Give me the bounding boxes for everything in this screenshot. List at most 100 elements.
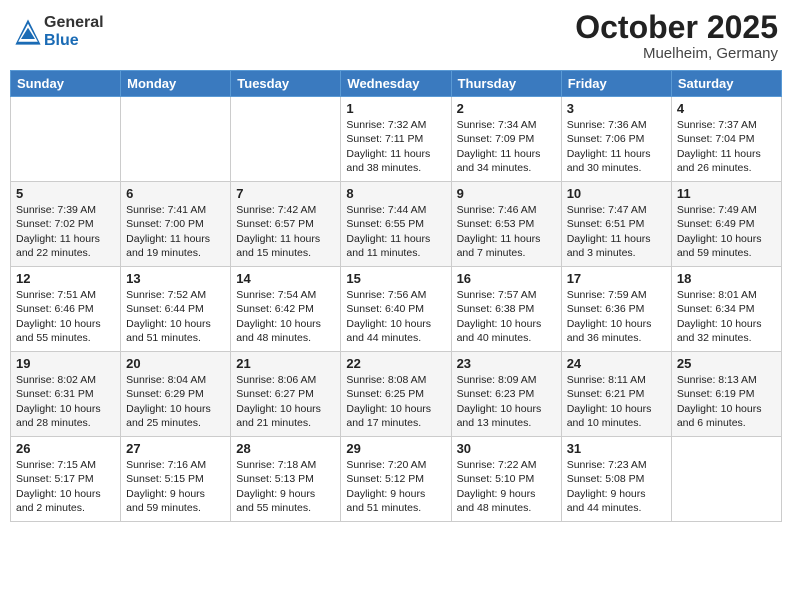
day-number: 31 [567, 441, 666, 456]
logo-text: General Blue [44, 14, 104, 49]
cell-content: Sunrise: 8:02 AM Sunset: 6:31 PM Dayligh… [16, 373, 115, 430]
day-number: 28 [236, 441, 335, 456]
cell-content: Sunrise: 8:04 AM Sunset: 6:29 PM Dayligh… [126, 373, 225, 430]
day-number: 20 [126, 356, 225, 371]
day-number: 29 [346, 441, 445, 456]
weekday-header-friday: Friday [561, 71, 671, 97]
day-number: 8 [346, 186, 445, 201]
weekday-header-tuesday: Tuesday [231, 71, 341, 97]
calendar-cell: 6Sunrise: 7:41 AM Sunset: 7:00 PM Daylig… [121, 182, 231, 267]
cell-content: Sunrise: 7:44 AM Sunset: 6:55 PM Dayligh… [346, 203, 445, 260]
calendar-cell: 10 Sunrise: 7:47 AM Sunset: 6:51 PM Dayli… [561, 182, 671, 267]
month-title: October 2025 [575, 10, 778, 45]
cell-content: Sunrise: 8:06 AM Sunset: 6:27 PM Dayligh… [236, 373, 335, 430]
day-number: 27 [126, 441, 225, 456]
cell-content: Sunrise: 7:37 AM Sunset: 7:04 PM Dayligh… [677, 118, 776, 175]
cell-content: Sunrise: 7:59 AM Sunset: 6:36 PM Dayligh… [567, 288, 666, 345]
cell-content: Sunrise: 7:49 AM Sunset: 6:49 PM Dayligh… [677, 203, 776, 260]
cell-content: Sunrise: 7:54 AM Sunset: 6:42 PM Dayligh… [236, 288, 335, 345]
cell-content: Sunrise: 7:22 AM Sunset: 5:10 PM Dayligh… [457, 458, 556, 515]
weekday-header-row: SundayMondayTuesdayWednesdayThursdayFrid… [11, 71, 782, 97]
logo-blue: Blue [44, 32, 104, 50]
title-block: October 2025 Muelheim, Germany [575, 10, 778, 62]
day-number: 12 [16, 271, 115, 286]
calendar-cell: 18Sunrise: 8:01 AM Sunset: 6:34 PM Dayli… [671, 267, 781, 352]
day-number: 16 [457, 271, 556, 286]
logo-icon [14, 18, 42, 46]
weekday-header-saturday: Saturday [671, 71, 781, 97]
day-number: 5 [16, 186, 115, 201]
calendar-cell: 24 Sunrise: 8:11 AM Sunset: 6:21 PM Dayli… [561, 352, 671, 437]
day-number: 22 [346, 356, 445, 371]
cell-content: Sunrise: 7:18 AM Sunset: 5:13 PM Dayligh… [236, 458, 335, 515]
day-number: 10 [567, 186, 666, 201]
day-number: 17 [567, 271, 666, 286]
day-number: 26 [16, 441, 115, 456]
cell-content: Sunrise: 7:47 AM Sunset: 6:51 PM Dayligh… [567, 203, 666, 260]
calendar-cell: 28 Sunrise: 7:18 AM Sunset: 5:13 PM Dayli… [231, 437, 341, 522]
day-number: 24 [567, 356, 666, 371]
cell-content: Sunrise: 7:15 AM Sunset: 5:17 PM Dayligh… [16, 458, 115, 515]
calendar-cell: 9Sunrise: 7:46 AM Sunset: 6:53 PM Daylig… [451, 182, 561, 267]
calendar-cell: 26 Sunrise: 7:15 AM Sunset: 5:17 PM Dayli… [11, 437, 121, 522]
cell-content: Sunrise: 8:13 AM Sunset: 6:19 PM Dayligh… [677, 373, 776, 430]
calendar-cell: 17 Sunrise: 7:59 AM Sunset: 6:36 PM Dayli… [561, 267, 671, 352]
calendar-cell: 8 Sunrise: 7:44 AM Sunset: 6:55 PM Daylig… [341, 182, 451, 267]
cell-content: Sunrise: 7:42 AM Sunset: 6:57 PM Dayligh… [236, 203, 335, 260]
calendar-cell: 1Sunrise: 7:32 AM Sunset: 7:11 PM Daylig… [341, 97, 451, 182]
calendar-cell: 3Sunrise: 7:36 AM Sunset: 7:06 PM Daylig… [561, 97, 671, 182]
calendar-cell: 4Sunrise: 7:37 AM Sunset: 7:04 PM Daylig… [671, 97, 781, 182]
week-row-3: 12 Sunrise: 7:51 AM Sunset: 6:46 PM Dayli… [11, 267, 782, 352]
calendar-cell: 13 Sunrise: 7:52 AM Sunset: 6:44 PM Dayli… [121, 267, 231, 352]
week-row-2: 5 Sunrise: 7:39 AM Sunset: 7:02 PM Daylig… [11, 182, 782, 267]
day-number: 2 [457, 101, 556, 116]
cell-content: Sunrise: 8:01 AM Sunset: 6:34 PM Dayligh… [677, 288, 776, 345]
day-number: 19 [16, 356, 115, 371]
day-number: 21 [236, 356, 335, 371]
cell-content: Sunrise: 7:16 AM Sunset: 5:15 PM Dayligh… [126, 458, 225, 515]
week-row-5: 26 Sunrise: 7:15 AM Sunset: 5:17 PM Dayli… [11, 437, 782, 522]
day-number: 3 [567, 101, 666, 116]
cell-content: Sunrise: 7:34 AM Sunset: 7:09 PM Dayligh… [457, 118, 556, 175]
calendar-cell: 27 Sunrise: 7:16 AM Sunset: 5:15 PM Dayli… [121, 437, 231, 522]
day-number: 23 [457, 356, 556, 371]
cell-content: Sunrise: 7:57 AM Sunset: 6:38 PM Dayligh… [457, 288, 556, 345]
cell-content: Sunrise: 7:56 AM Sunset: 6:40 PM Dayligh… [346, 288, 445, 345]
calendar-cell: 19 Sunrise: 8:02 AM Sunset: 6:31 PM Dayli… [11, 352, 121, 437]
day-number: 14 [236, 271, 335, 286]
calendar-cell: 15 Sunrise: 7:56 AM Sunset: 6:40 PM Dayli… [341, 267, 451, 352]
logo: General Blue [14, 14, 104, 49]
cell-content: Sunrise: 8:09 AM Sunset: 6:23 PM Dayligh… [457, 373, 556, 430]
day-number: 11 [677, 186, 776, 201]
day-number: 9 [457, 186, 556, 201]
calendar-cell: 14 Sunrise: 7:54 AM Sunset: 6:42 PM Dayli… [231, 267, 341, 352]
calendar-cell [671, 437, 781, 522]
calendar-cell: 16 Sunrise: 7:57 AM Sunset: 6:38 PM Dayli… [451, 267, 561, 352]
cell-content: Sunrise: 7:20 AM Sunset: 5:12 PM Dayligh… [346, 458, 445, 515]
cell-content: Sunrise: 7:39 AM Sunset: 7:02 PM Dayligh… [16, 203, 115, 260]
weekday-header-wednesday: Wednesday [341, 71, 451, 97]
cell-content: Sunrise: 7:51 AM Sunset: 6:46 PM Dayligh… [16, 288, 115, 345]
calendar-cell: 22Sunrise: 8:08 AM Sunset: 6:25 PM Dayli… [341, 352, 451, 437]
day-number: 15 [346, 271, 445, 286]
cell-content: Sunrise: 7:32 AM Sunset: 7:11 PM Dayligh… [346, 118, 445, 175]
logo-general: General [44, 14, 104, 32]
day-number: 30 [457, 441, 556, 456]
calendar-cell: 30 Sunrise: 7:22 AM Sunset: 5:10 PM Dayli… [451, 437, 561, 522]
day-number: 13 [126, 271, 225, 286]
calendar-cell: 7Sunrise: 7:42 AM Sunset: 6:57 PM Daylig… [231, 182, 341, 267]
calendar-cell: 5 Sunrise: 7:39 AM Sunset: 7:02 PM Daylig… [11, 182, 121, 267]
weekday-header-thursday: Thursday [451, 71, 561, 97]
location: Muelheim, Germany [575, 45, 778, 62]
calendar-cell: 2 Sunrise: 7:34 AM Sunset: 7:09 PM Daylig… [451, 97, 561, 182]
cell-content: Sunrise: 7:23 AM Sunset: 5:08 PM Dayligh… [567, 458, 666, 515]
calendar-table: SundayMondayTuesdayWednesdayThursdayFrid… [10, 70, 782, 522]
cell-content: Sunrise: 8:11 AM Sunset: 6:21 PM Dayligh… [567, 373, 666, 430]
cell-content: Sunrise: 7:52 AM Sunset: 6:44 PM Dayligh… [126, 288, 225, 345]
calendar-cell: 11 Sunrise: 7:49 AM Sunset: 6:49 PM Dayli… [671, 182, 781, 267]
week-row-1: 1Sunrise: 7:32 AM Sunset: 7:11 PM Daylig… [11, 97, 782, 182]
calendar-cell: 12 Sunrise: 7:51 AM Sunset: 6:46 PM Dayli… [11, 267, 121, 352]
page-header: General Blue October 2025 Muelheim, Germ… [10, 10, 782, 62]
calendar-cell: 31 Sunrise: 7:23 AM Sunset: 5:08 PM Dayli… [561, 437, 671, 522]
week-row-4: 19 Sunrise: 8:02 AM Sunset: 6:31 PM Dayli… [11, 352, 782, 437]
